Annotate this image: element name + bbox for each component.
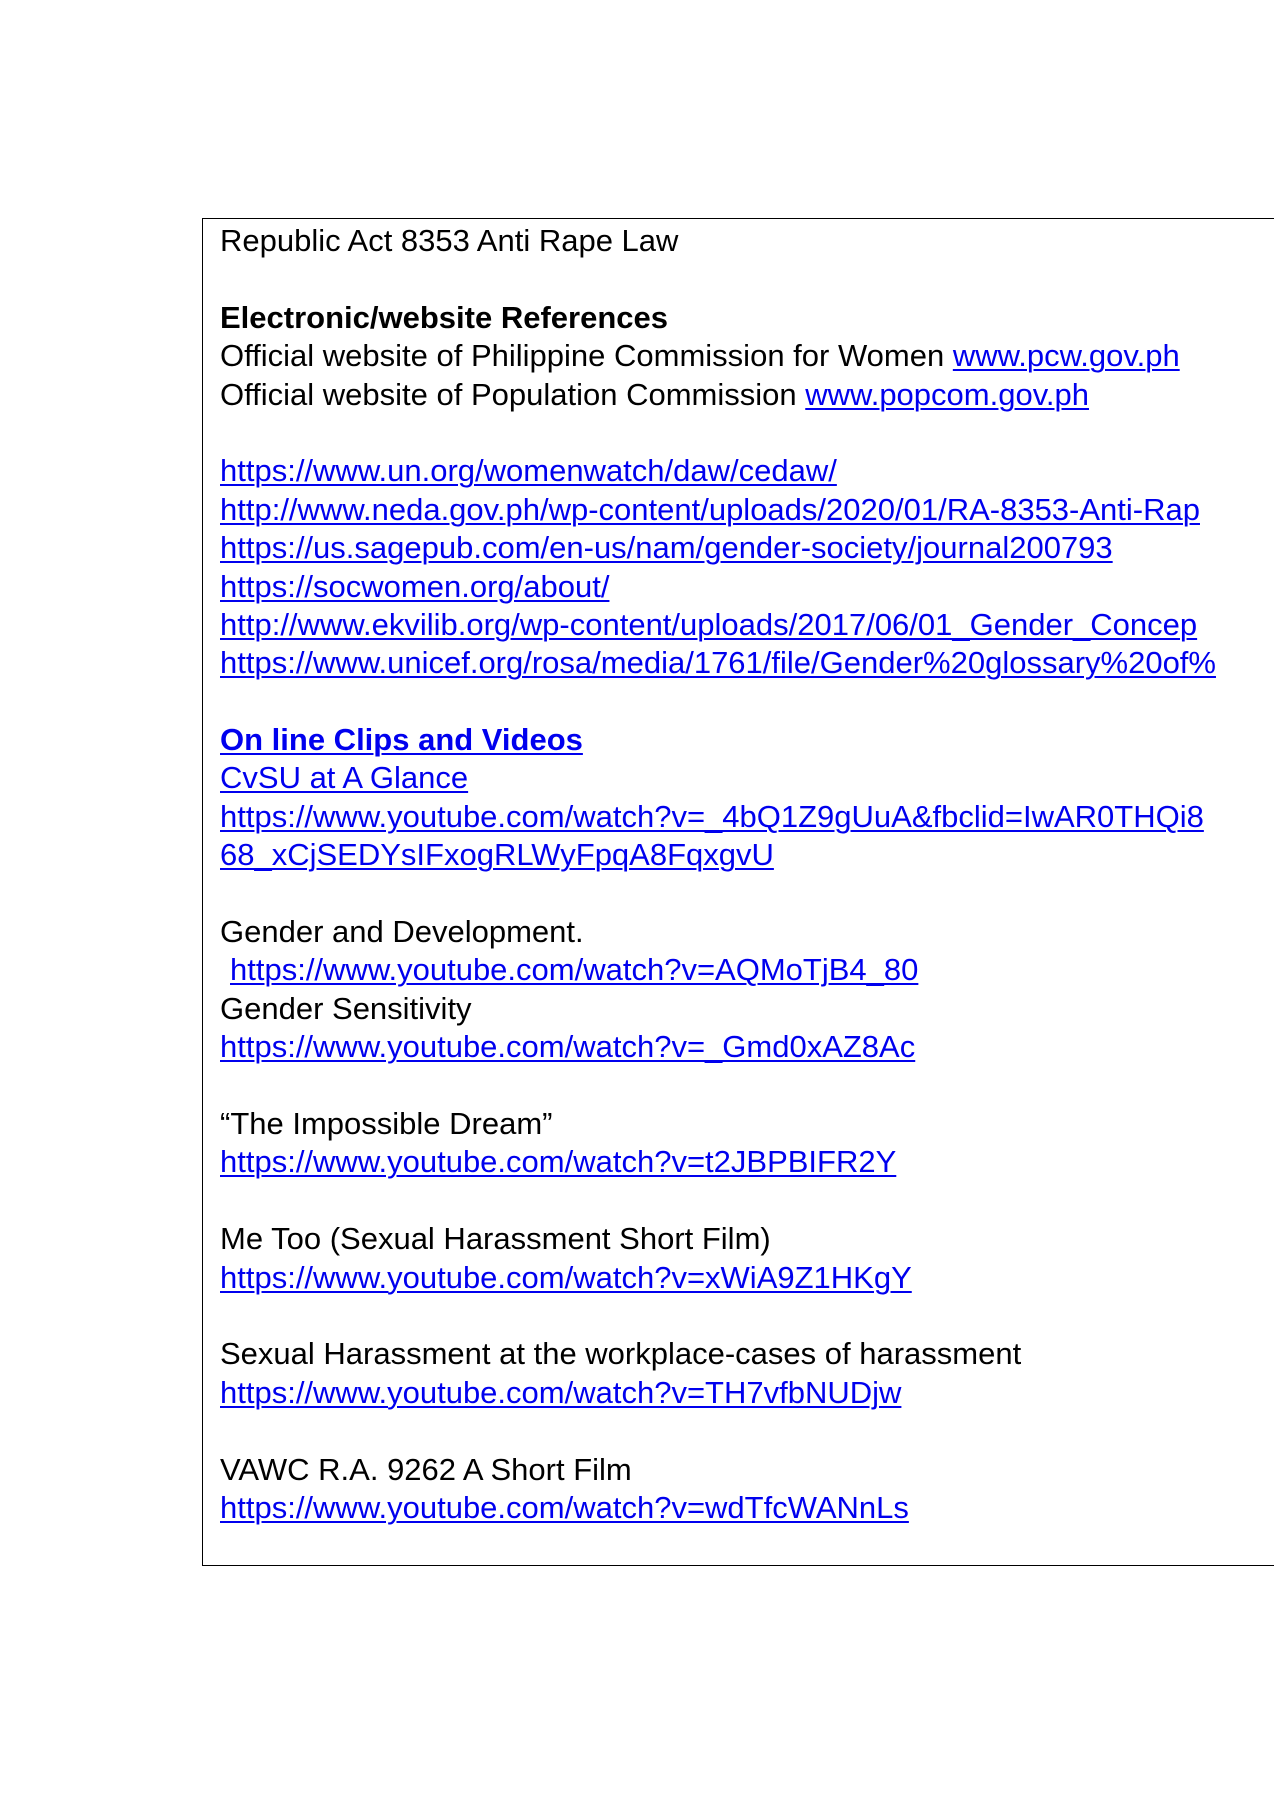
cvsu-title-link[interactable]: CvSU at A Glance xyxy=(220,760,468,795)
sensitivity-title: Gender Sensitivity xyxy=(220,990,472,1026)
socwomen-link[interactable]: https://socwomen.org/about/ xyxy=(220,569,609,604)
cvsu-video-link[interactable]: https://www.youtube.com/watch?v=_4bQ1Z9g… xyxy=(220,799,1204,834)
metoo-video-link[interactable]: https://www.youtube.com/watch?v=xWiA9Z1H… xyxy=(220,1260,912,1295)
references-content: Republic Act 8353 Anti Rape Law Electron… xyxy=(220,222,1274,1527)
dream-video-link[interactable]: https://www.youtube.com/watch?v=t2JBPBIF… xyxy=(220,1144,896,1179)
popcom-label: Official website of Population Commissio… xyxy=(220,376,806,412)
videos-heading-link[interactable]: On line Clips and Videos xyxy=(220,722,583,757)
pcw-reference: Official website of Philippine Commissio… xyxy=(220,337,1274,375)
sensitivity-video-link[interactable]: https://www.youtube.com/watch?v=_Gmd0xAZ… xyxy=(220,1029,915,1064)
vawc-title: VAWC R.A. 9262 A Short Film xyxy=(220,1451,632,1487)
popcom-reference: Official website of Population Commissio… xyxy=(220,376,1274,414)
un-cedaw-link[interactable]: https://www.un.org/womenwatch/daw/cedaw/ xyxy=(220,453,837,488)
electronic-references-heading: Electronic/website References xyxy=(220,299,668,335)
popcom-link[interactable]: www.popcom.gov.ph xyxy=(805,377,1089,412)
dream-title: “The Impossible Dream” xyxy=(220,1105,553,1141)
workplace-title: Sexual Harassment at the workplace-cases… xyxy=(220,1336,1022,1372)
sagepub-link[interactable]: https://us.sagepub.com/en-us/nam/gender-… xyxy=(220,530,1113,565)
cvsu-video-link-continued[interactable]: 68_xCjSEDYsIFxogRLWyFpqA8FqxgvU xyxy=(220,837,774,872)
pcw-label: Official website of Philippine Commissio… xyxy=(220,338,953,374)
ekvilib-link[interactable]: http://www.ekvilib.org/wp-content/upload… xyxy=(220,607,1197,642)
workplace-video-link[interactable]: https://www.youtube.com/watch?v=TH7vfbNU… xyxy=(220,1375,901,1410)
pcw-link[interactable]: www.pcw.gov.ph xyxy=(953,338,1180,373)
gad-video-link[interactable]: https://www.youtube.com/watch?v=AQMoTjB4… xyxy=(230,952,918,987)
law-reference: Republic Act 8353 Anti Rape Law xyxy=(220,223,679,258)
metoo-title: Me Too (Sexual Harassment Short Film) xyxy=(220,1221,771,1257)
unicef-link[interactable]: https://www.unicef.org/rosa/media/1761/f… xyxy=(220,645,1216,680)
vawc-video-link[interactable]: https://www.youtube.com/watch?v=wdTfcWAN… xyxy=(220,1490,909,1525)
gad-title: Gender and Development. xyxy=(220,914,584,950)
neda-link[interactable]: http://www.neda.gov.ph/wp-content/upload… xyxy=(220,492,1200,527)
